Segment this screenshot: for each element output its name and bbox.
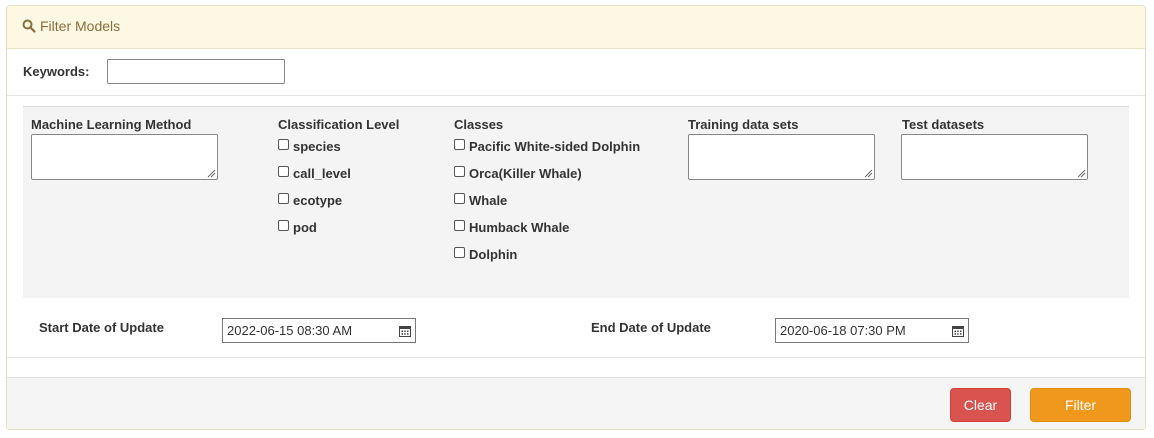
panel-title-text: Filter Models — [40, 18, 121, 34]
keywords-label: Keywords: — [23, 64, 90, 79]
end-date-input[interactable]: 2020-06-18 07:30 PM — [775, 318, 969, 343]
checkbox[interactable] — [278, 139, 289, 150]
end-date-label: End Date of Update — [591, 320, 711, 335]
resize-grip-icon[interactable] — [864, 169, 873, 178]
checkbox-call-level[interactable]: call_level — [278, 166, 351, 181]
keywords-input[interactable] — [107, 59, 285, 84]
checkbox-label: Humback Whale — [469, 220, 570, 235]
checkbox-label: call_level — [293, 166, 351, 181]
divider — [7, 357, 1145, 358]
checkbox[interactable] — [454, 166, 465, 177]
end-date-value: 2020-06-18 07:30 PM — [780, 323, 906, 338]
test-datasets-textarea[interactable] — [901, 134, 1088, 180]
resize-grip-icon[interactable] — [1077, 169, 1086, 178]
classes-label: Classes — [454, 117, 504, 132]
checkbox[interactable] — [454, 220, 465, 231]
checkbox-label: Orca(Killer Whale) — [469, 166, 582, 181]
filter-panel: Filter Models Keywords: Machine Learning… — [6, 5, 1146, 430]
checkbox-pacific-white-sided-dolphin[interactable]: Pacific White-sided Dolphin — [454, 139, 640, 154]
checkbox-whale[interactable]: Whale — [454, 193, 507, 208]
calendar-icon[interactable] — [952, 325, 964, 337]
checkbox-label: Pacific White-sided Dolphin — [469, 139, 641, 154]
checkbox-pod[interactable]: pod — [278, 220, 317, 235]
checkbox-species[interactable]: species — [278, 139, 341, 154]
checkbox-label: species — [293, 139, 341, 154]
start-date-label: Start Date of Update — [39, 320, 164, 335]
ml-method-textarea[interactable] — [31, 134, 218, 180]
calendar-icon[interactable] — [399, 325, 411, 337]
checkbox[interactable] — [278, 193, 289, 204]
checkbox-label: ecotype — [293, 193, 343, 208]
checkbox-ecotype[interactable]: ecotype — [278, 193, 342, 208]
checkbox-label: Whale — [469, 193, 508, 208]
test-datasets-label: Test datasets — [902, 117, 985, 132]
search-icon — [22, 19, 36, 33]
start-date-input[interactable]: 2022-06-15 08:30 AM — [222, 318, 416, 343]
ml-method-label: Machine Learning Method — [31, 117, 192, 132]
classification-level-label: Classification Level — [278, 117, 400, 132]
checkbox[interactable] — [454, 247, 465, 258]
checkbox[interactable] — [454, 139, 465, 150]
training-datasets-label: Training data sets — [688, 117, 799, 132]
checkbox-label: Dolphin — [469, 247, 518, 262]
panel-title[interactable]: Filter Models — [22, 18, 120, 34]
checkbox[interactable] — [278, 166, 289, 177]
checkbox-dolphin[interactable]: Dolphin — [454, 247, 517, 262]
checkbox[interactable] — [454, 193, 465, 204]
checkbox[interactable] — [278, 220, 289, 231]
start-date-value: 2022-06-15 08:30 AM — [227, 323, 353, 338]
panel-header: Filter Models — [7, 6, 1145, 49]
clear-button[interactable]: Clear — [950, 388, 1011, 422]
divider — [7, 95, 1145, 96]
checkbox-humback-whale[interactable]: Humback Whale — [454, 220, 569, 235]
filter-button[interactable]: Filter — [1030, 388, 1131, 422]
training-datasets-textarea[interactable] — [688, 134, 875, 180]
checkbox-orca[interactable]: Orca(Killer Whale) — [454, 166, 582, 181]
resize-grip-icon[interactable] — [207, 169, 216, 178]
checkbox-label: pod — [293, 220, 317, 235]
